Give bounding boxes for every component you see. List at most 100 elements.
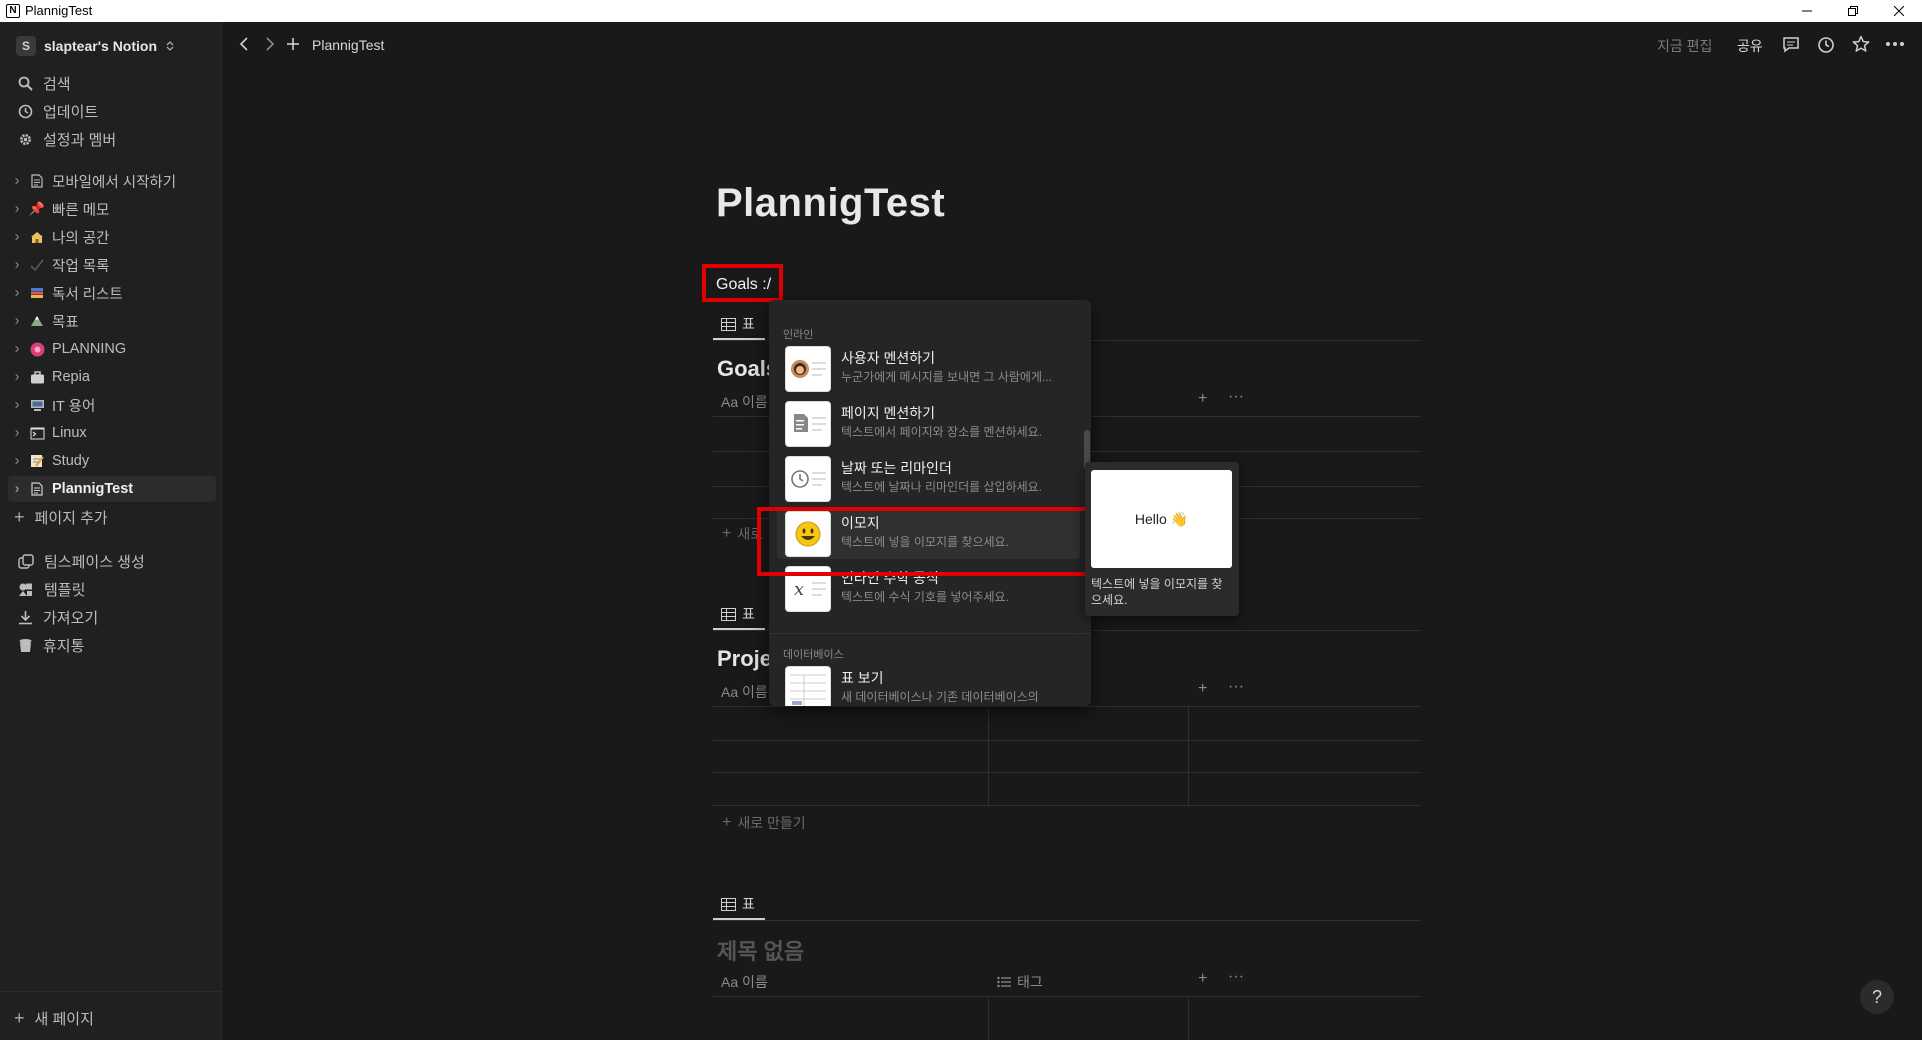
briefcase-icon — [26, 368, 48, 386]
new-row-label: 새로 만들기 — [737, 815, 806, 831]
column-header-name[interactable]: Aa 이름 — [721, 972, 768, 992]
restore-button[interactable] — [1830, 0, 1876, 22]
chevron-right-icon[interactable]: › — [8, 257, 26, 273]
favorite-button[interactable] — [1852, 35, 1870, 53]
sidebar: S slaptear's Notion 검색 업데이트 설정과 멤버 › 모바일… — [0, 22, 222, 1040]
tab-table-view[interactable]: 표 — [721, 894, 755, 914]
gear-icon — [20, 133, 31, 145]
workspace-avatar: S — [16, 36, 36, 56]
forward-button[interactable] — [264, 36, 276, 52]
tab-table-view[interactable]: 표 — [721, 604, 755, 624]
sidebar-item-label: IT 용어 — [52, 398, 96, 415]
workspace-switcher[interactable]: S slaptear's Notion — [16, 36, 175, 56]
sidebar-item-goals[interactable]: › 목표 — [8, 308, 216, 334]
chevron-right-icon[interactable]: › — [8, 481, 26, 497]
chevron-right-icon[interactable]: › — [8, 453, 26, 469]
menu-item-table-view[interactable]: 표 보기 새 데이터베이스나 기존 데이터베이스의 — [777, 662, 1080, 706]
sidebar-item-label: Study — [52, 453, 90, 469]
chevron-right-icon[interactable]: › — [8, 285, 26, 301]
search-icon — [18, 76, 33, 91]
chevron-right-icon[interactable]: › — [8, 173, 26, 189]
sidebar-trash[interactable]: 휴지통 — [18, 633, 84, 657]
close-button[interactable] — [1876, 0, 1922, 22]
minimize-button[interactable] — [1784, 0, 1830, 22]
row-divider — [713, 996, 1421, 997]
help-button[interactable]: ? — [1860, 980, 1894, 1014]
tab-table-view[interactable]: 표 — [721, 314, 755, 334]
database-title[interactable]: 제목 없음 — [717, 934, 804, 966]
add-page-button[interactable]: + 페이지 추가 — [14, 505, 108, 529]
column-header-name[interactable]: Aa 이름 — [721, 682, 768, 702]
template-icon — [19, 583, 32, 596]
sidebar-item-repia[interactable]: › Repia — [8, 364, 216, 390]
editing-text-block[interactable]: Goals :/ — [716, 276, 771, 294]
sidebar-item-my-space[interactable]: › 나의 공간 — [8, 224, 216, 250]
menu-item-title: 표 보기 — [841, 670, 884, 686]
sidebar-item-task-list[interactable]: › 작업 목록 — [8, 252, 216, 278]
sidebar-item-linux[interactable]: › Linux — [8, 420, 216, 446]
window-title-bar: N PlannigTest — [0, 0, 1922, 22]
database-title[interactable]: Proje — [717, 646, 772, 672]
preview-description: 텍스트에 넣을 이모지를 찾으세요. — [1091, 577, 1223, 607]
sidebar-settings[interactable]: 설정과 멤버 — [18, 127, 116, 151]
minimize-icon — [1802, 10, 1812, 12]
history-button[interactable] — [1817, 36, 1835, 54]
sidebar-item-mobile[interactable]: › 모바일에서 시작하기 — [8, 168, 216, 194]
download-icon — [19, 610, 32, 624]
chevron-right-icon[interactable]: › — [8, 341, 26, 357]
new-page-button[interactable]: + 새 페이지 — [14, 1006, 94, 1030]
sidebar-search[interactable]: 검색 — [18, 71, 71, 95]
sidebar-item-quick-memo[interactable]: › 📌 빠른 메모 — [8, 196, 216, 222]
checkmark-icon — [26, 256, 48, 274]
more-options-button[interactable]: ··· — [1228, 678, 1244, 696]
chevron-right-icon[interactable]: › — [8, 397, 26, 413]
chevron-right-icon[interactable]: › — [8, 313, 26, 329]
sidebar-templates[interactable]: 템플릿 — [18, 577, 85, 601]
breadcrumb[interactable]: PlannigTest — [312, 37, 384, 53]
more-button[interactable] — [1886, 42, 1904, 46]
column-header-tag[interactable]: 태그 — [997, 972, 1043, 992]
plus-icon — [287, 38, 299, 50]
sidebar-updates[interactable]: 업데이트 — [18, 99, 98, 123]
share-button[interactable]: 공유 — [1737, 36, 1763, 56]
chevron-right-icon[interactable]: › — [8, 229, 26, 245]
column-header-tag-label: 태그 — [1017, 974, 1043, 990]
menu-item-description: 텍스트에 날짜나 리마인더를 삽입하세요. — [841, 480, 1043, 494]
more-options-button[interactable]: ··· — [1228, 968, 1244, 986]
sidebar-teamspace-label: 팀스페이스 생성 — [44, 553, 145, 571]
sidebar-item-reading-list[interactable]: › 독서 리스트 — [8, 280, 216, 306]
sidebar-item-planning[interactable]: › PLANNING — [8, 336, 216, 362]
add-property-button[interactable]: + — [1198, 390, 1207, 408]
sidebar-import[interactable]: 가져오기 — [18, 605, 98, 629]
menu-item-mention-user[interactable]: 사용자 멘션하기 누군가에게 메시지를 보내면 그 사람에게... — [777, 342, 1080, 394]
sidebar-item-plannigtest[interactable]: › PlannigTest — [8, 476, 216, 502]
sidebar-item-it-terms[interactable]: › IT 용어 — [8, 392, 216, 418]
page-title[interactable]: PlannigTest — [716, 181, 945, 226]
chevron-right-icon[interactable]: › — [8, 369, 26, 385]
menu-item-date-reminder[interactable]: 날짜 또는 리마인더 텍스트에 날짜나 리마인더를 삽입하세요. — [777, 452, 1080, 504]
sidebar-item-label: PlannigTest — [52, 481, 134, 497]
column-header-name[interactable]: Aa 이름 — [721, 392, 768, 412]
back-button[interactable] — [238, 36, 250, 52]
menu-item-description: 누군가에게 메시지를 보내면 그 사람에게... — [841, 370, 1053, 384]
clock-icon — [1818, 37, 1834, 53]
new-page-label: 새 페이지 — [34, 1010, 94, 1028]
new-row-button[interactable]: + 새로 만들기 — [722, 813, 806, 833]
new-page-plus-button[interactable] — [286, 37, 300, 51]
preview-card-text: Hello — [1134, 511, 1167, 527]
plus-icon: + — [14, 1007, 25, 1028]
sidebar-item-study[interactable]: › Study — [8, 448, 216, 474]
preview-card: Hello 👋 — [1091, 470, 1232, 568]
add-property-button[interactable]: + — [1198, 970, 1207, 988]
chevron-right-icon[interactable]: › — [8, 425, 26, 441]
add-property-button[interactable]: + — [1198, 680, 1207, 698]
close-icon — [1894, 6, 1904, 16]
comments-button[interactable] — [1782, 36, 1800, 53]
chevron-right-icon[interactable]: › — [8, 201, 26, 217]
menu-item-mention-page[interactable]: 페이지 멘션하기 텍스트에서 페이지와 장소를 멘션하세요. — [777, 397, 1080, 449]
chevron-updown-icon — [166, 41, 174, 51]
restore-icon — [1848, 6, 1858, 16]
sidebar-create-teamspace[interactable]: 팀스페이스 생성 — [18, 549, 145, 573]
more-options-button[interactable]: ··· — [1228, 388, 1244, 406]
computer-icon — [26, 396, 48, 414]
